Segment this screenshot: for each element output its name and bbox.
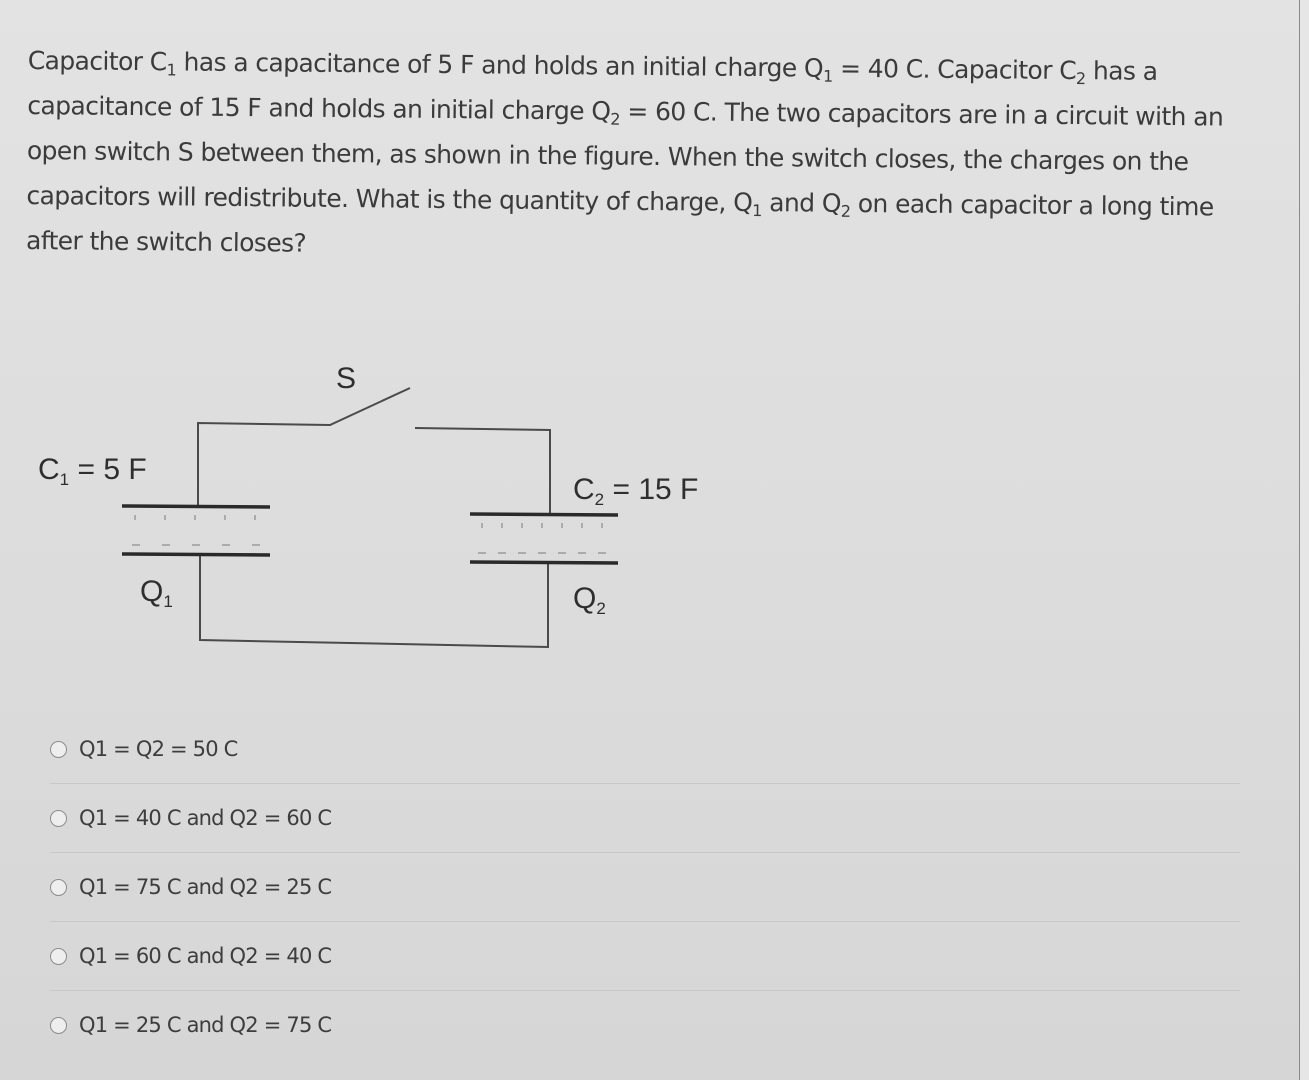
answer-option[interactable]: Q1 = Q2 = 50 C	[50, 715, 1240, 784]
subscript: 2	[610, 109, 620, 129]
radio-button-icon[interactable]	[50, 947, 67, 965]
c2-top-plate	[469, 512, 619, 517]
question-segment: and Q	[761, 188, 842, 218]
radio-button-icon[interactable]	[50, 1016, 67, 1034]
switch-label: S	[336, 362, 357, 395]
radio-button-icon[interactable]	[50, 740, 67, 758]
question-segment: = 40 C. Capacitor C	[832, 53, 1077, 86]
answer-option[interactable]: Q1 = 25 C and Q2 = 75 C	[50, 991, 1240, 1059]
window-edge	[1299, 0, 1309, 1080]
answer-option[interactable]: Q1 = 60 C and Q2 = 40 C	[50, 922, 1240, 991]
c1-label-main: C	[38, 453, 60, 486]
q2-label-sub: 2	[596, 599, 606, 618]
q1-label-main: Q	[140, 575, 164, 608]
c2-bottom-plate	[469, 560, 619, 565]
wire-left-bottom	[199, 555, 549, 649]
subscript: 1	[822, 66, 833, 86]
answer-option[interactable]: Q1 = 75 C and Q2 = 25 C	[50, 853, 1240, 922]
answer-option-label: Q1 = 75 C and Q2 = 25 C	[79, 875, 332, 899]
radio-button-icon[interactable]	[50, 809, 67, 827]
question-segment: Capacitor C	[27, 45, 167, 77]
c1-label-sub: 1	[59, 470, 70, 489]
answer-option-label: Q1 = 25 C and Q2 = 75 C	[79, 1013, 332, 1037]
c1-label-value: = 5 F	[69, 453, 147, 486]
answer-option-label: Q1 = 60 C and Q2 = 40 C	[79, 944, 332, 968]
c2-label-value: = 15 F	[604, 473, 699, 506]
question-text: Capacitor C 1 has a capacitance of 5 F an…	[26, 38, 1278, 275]
circuit-figure: S C1 = 5 F Q1 C2 = 15 F Q2	[30, 350, 790, 670]
answer-option-label: Q1 = 40 C and Q2 = 60 C	[79, 806, 332, 830]
circuit-diagram	[121, 387, 619, 649]
q2-label-main: Q	[573, 582, 597, 615]
q1-label-sub: 1	[163, 592, 173, 611]
wire-left-top	[197, 387, 411, 505]
answer-option-label: Q1 = Q2 = 50 C	[79, 737, 238, 761]
answer-options: Q1 = Q2 = 50 C Q1 = 40 C and Q2 = 60 C Q…	[50, 715, 1240, 1059]
c2-label-main: C	[573, 473, 595, 506]
c1-label: C1 = 5 F	[38, 453, 147, 489]
question-segment: has a capacitance of 5 F and holds an in…	[176, 47, 824, 83]
radio-button-icon[interactable]	[50, 878, 67, 896]
q2-label: Q2	[573, 582, 606, 618]
answer-option[interactable]: Q1 = 40 C and Q2 = 60 C	[50, 784, 1240, 853]
c2-label-sub: 2	[594, 490, 605, 509]
c2-label: C2 = 15 F	[573, 473, 699, 509]
subscript: 2	[840, 201, 851, 221]
q1-label: Q1	[140, 575, 173, 611]
quiz-page: Capacitor C 1 has a capacitance of 5 F an…	[0, 0, 1300, 1080]
c1-top-plate	[121, 504, 271, 509]
c1-bottom-plate	[121, 552, 271, 557]
wire-right-top	[414, 427, 551, 515]
subscript: 2	[1075, 69, 1086, 89]
